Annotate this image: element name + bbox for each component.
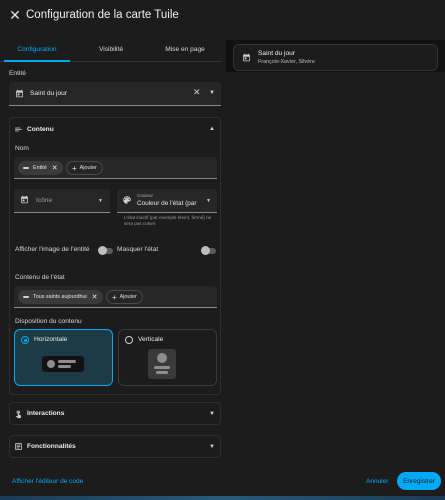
calendar-icon bbox=[243, 53, 250, 62]
chevron-down-icon[interactable]: ▼ bbox=[209, 443, 215, 452]
state-chip-label: Tous saints aujourdhui bbox=[33, 294, 87, 300]
content-section-title[interactable]: Contenu bbox=[27, 126, 54, 133]
dialog-title: Configuration de la carte Tuile bbox=[26, 9, 179, 21]
vertical-tile-illustration bbox=[148, 349, 176, 379]
entity-picker[interactable]: Saint du jour ✕ ▼ bbox=[9, 82, 221, 106]
calendar-icon bbox=[16, 89, 23, 98]
close-icon[interactable]: ✕ bbox=[8, 8, 22, 22]
interactions-section[interactable]: Interactions ▼ bbox=[9, 402, 221, 425]
state-content-field[interactable]: Tous saints aujourdhui ✕ + Ajouter bbox=[14, 286, 217, 308]
horizontal-radio[interactable] bbox=[21, 336, 29, 344]
hide-state-toggle[interactable] bbox=[201, 246, 216, 255]
preview-tile-card[interactable]: Saint du jour François-Xavier, Silvère bbox=[233, 44, 438, 71]
chevron-down-icon[interactable]: ▼ bbox=[209, 89, 215, 98]
text-lines-icon bbox=[15, 127, 22, 132]
dialog-header: ✕ Configuration de la carte Tuile bbox=[0, 0, 445, 32]
clear-icon[interactable]: ✕ bbox=[193, 88, 201, 97]
color-select[interactable]: Couleur Couleur de l'état (par ▼ bbox=[117, 189, 217, 213]
content-section: Contenu ▲ Nom Entité ✕ + Ajouter Icône ▼… bbox=[9, 117, 221, 395]
horizontal-tile-illustration bbox=[42, 356, 84, 372]
calendar-icon bbox=[21, 195, 28, 204]
layout-option-horizontal[interactable]: Horizontale bbox=[14, 329, 113, 386]
state-add-label: Ajouter bbox=[119, 294, 137, 300]
preview-title: Saint du jour bbox=[258, 50, 296, 57]
name-chip-entity[interactable]: Entité ✕ bbox=[18, 161, 63, 175]
vertical-radio[interactable] bbox=[125, 336, 133, 344]
save-button[interactable]: Enregistrer bbox=[397, 472, 441, 490]
name-add-button[interactable]: + Ajouter bbox=[66, 161, 103, 175]
state-add-button[interactable]: + Ajouter bbox=[106, 290, 143, 304]
bottom-strip bbox=[0, 496, 445, 500]
tab-configuration[interactable]: Configuration bbox=[0, 40, 74, 62]
show-code-editor-button[interactable]: Afficher l'éditeur de code bbox=[12, 478, 83, 485]
chevron-down-icon[interactable]: ▼ bbox=[209, 410, 215, 419]
tab-layout[interactable]: Mise en page bbox=[148, 40, 222, 61]
chevron-down-icon[interactable]: ▼ bbox=[98, 197, 103, 205]
layout-label: Disposition du contenu bbox=[15, 318, 82, 325]
name-add-label: Ajouter bbox=[79, 165, 97, 171]
plus-icon: + bbox=[112, 292, 117, 302]
color-select-label: Couleur bbox=[137, 193, 154, 198]
plus-icon: + bbox=[72, 163, 77, 173]
drag-handle-icon[interactable] bbox=[23, 296, 29, 298]
preview-subtitle: François-Xavier, Silvère bbox=[258, 59, 315, 65]
palette-icon bbox=[123, 196, 131, 204]
icon-picker[interactable]: Icône ▼ bbox=[14, 189, 110, 213]
show-image-label: Afficher l'image de l'entité bbox=[15, 246, 90, 253]
icon-picker-placeholder: Icône bbox=[36, 197, 53, 204]
color-select-value: Couleur de l'état (par bbox=[137, 200, 197, 207]
entity-value: Saint du jour bbox=[30, 90, 68, 97]
close-icon[interactable]: ✕ bbox=[92, 293, 98, 301]
features-title: Fonctionnalités bbox=[27, 443, 76, 450]
layout-horizontal-label: Horizontale bbox=[34, 336, 68, 343]
name-field[interactable]: Entité ✕ + Ajouter bbox=[14, 157, 217, 179]
drag-handle-icon[interactable] bbox=[23, 167, 29, 169]
dialog: ✕ Configuration de la carte Tuile Config… bbox=[0, 0, 445, 500]
chevron-down-icon[interactable]: ▼ bbox=[204, 197, 211, 205]
tab-bar: Configuration Visibilité Mise en page bbox=[0, 40, 222, 62]
close-icon[interactable]: ✕ bbox=[52, 164, 58, 172]
save-button-label: Enregistrer bbox=[403, 477, 435, 485]
tab-visibility[interactable]: Visibilité bbox=[74, 40, 148, 61]
state-content-label: Contenu de l'état bbox=[15, 274, 65, 281]
state-chip[interactable]: Tous saints aujourdhui ✕ bbox=[18, 290, 103, 304]
color-helper-text: L'état inactif (par exemple éteint, ferm… bbox=[124, 215, 212, 226]
list-box-icon bbox=[15, 443, 22, 450]
name-label: Nom bbox=[15, 145, 29, 152]
hide-state-label: Masquer l'état bbox=[117, 246, 159, 253]
layout-vertical-label: Verticale bbox=[138, 336, 164, 343]
touch-icon bbox=[15, 410, 22, 419]
entity-label: Entité bbox=[9, 70, 26, 77]
cancel-button[interactable]: Annuler bbox=[366, 478, 388, 485]
name-chip-label: Entité bbox=[33, 165, 47, 171]
features-section[interactable]: Fonctionnalités ▼ bbox=[9, 435, 221, 458]
layout-option-vertical[interactable]: Verticale bbox=[118, 329, 217, 386]
show-image-toggle[interactable] bbox=[98, 246, 113, 255]
interactions-title: Interactions bbox=[27, 410, 65, 417]
chevron-up-icon[interactable]: ▲ bbox=[209, 125, 215, 134]
